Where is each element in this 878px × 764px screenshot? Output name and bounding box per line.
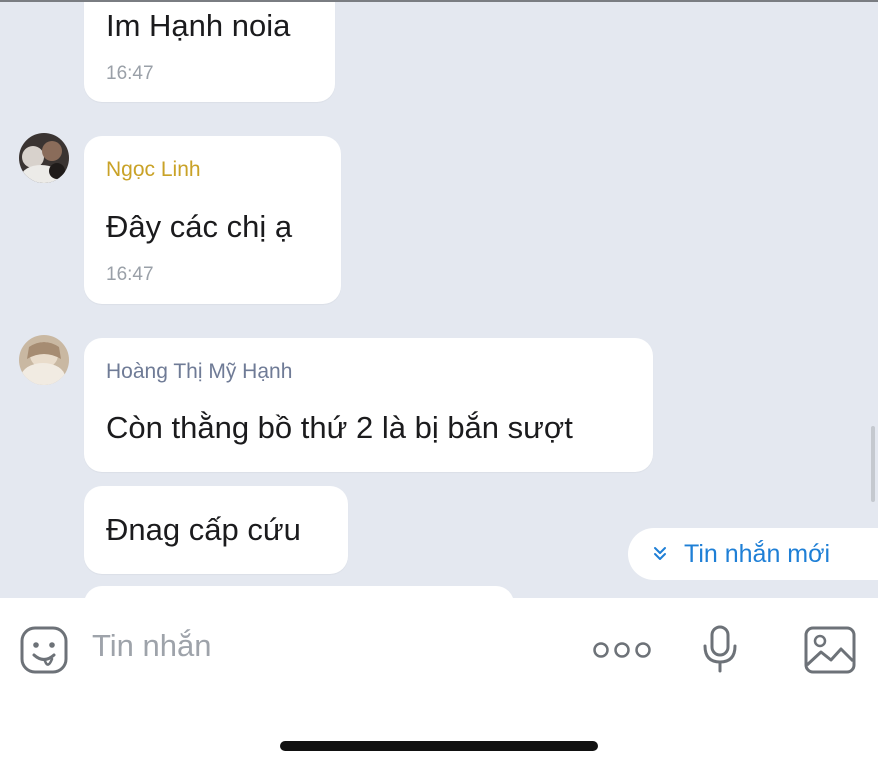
sender-name[interactable]: Hoàng Thị Mỹ Hạnh — [106, 360, 292, 384]
avatar[interactable] — [19, 335, 69, 385]
sender-name[interactable]: Ngọc Linh — [106, 158, 201, 182]
message-bubble[interactable]: Im Hạnh noia 16:47 — [84, 2, 335, 102]
microphone-icon[interactable] — [700, 624, 740, 679]
message-text: Im Hạnh noia — [106, 8, 291, 43]
double-chevron-down-icon — [652, 541, 668, 567]
message-text: Đây các chị ạ — [106, 209, 293, 244]
home-indicator[interactable] — [280, 741, 598, 751]
new-messages-label: Tin nhắn mới — [684, 539, 831, 568]
image-icon[interactable] — [803, 625, 857, 680]
message-composer: Tin nhắn — [0, 598, 878, 700]
scrollbar[interactable] — [871, 426, 875, 502]
new-messages-button[interactable]: Tin nhắn mới — [628, 528, 878, 580]
avatar[interactable] — [19, 133, 69, 183]
emoji-sticker-icon[interactable] — [19, 625, 69, 680]
message-timestamp: 16:47 — [106, 264, 154, 285]
message-text: Đnag cấp cứu — [106, 512, 301, 547]
message-bubble[interactable] — [84, 586, 514, 598]
more-dots-icon[interactable] — [592, 641, 652, 664]
message-bubble[interactable]: Đnag cấp cứu — [84, 486, 348, 574]
message-text: Còn thằng bồ thứ 2 là bị bắn sượt — [106, 410, 573, 445]
message-input[interactable]: Tin nhắn — [92, 628, 212, 664]
message-bubble[interactable]: Hoàng Thị Mỹ Hạnh Còn thằng bồ thứ 2 là … — [84, 338, 653, 472]
message-bubble[interactable]: Ngọc Linh Đây các chị ạ 16:47 — [84, 136, 341, 304]
message-timestamp: 16:47 — [106, 63, 154, 84]
chat-message-list[interactable]: Im Hạnh noia 16:47 Ngọc Linh Đây các chị… — [0, 2, 878, 598]
